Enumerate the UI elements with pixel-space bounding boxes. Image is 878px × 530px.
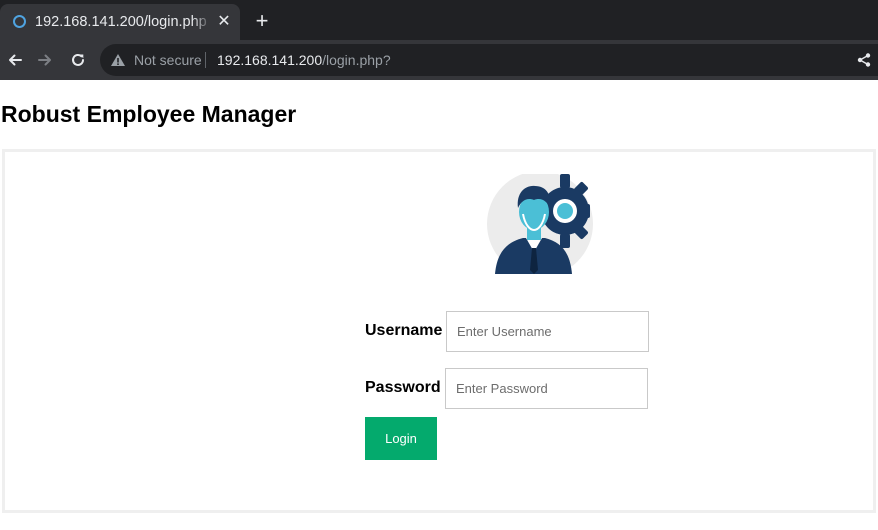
back-arrow-icon [9, 54, 22, 66]
reload-button[interactable] [65, 47, 91, 73]
favicon-icon [13, 15, 26, 28]
password-label: Password [365, 379, 441, 396]
new-tab-button[interactable]: + [250, 9, 274, 33]
username-input[interactable] [446, 311, 649, 352]
tab-title: 192.168.141.200/login.php [35, 14, 207, 30]
username-label: Username [365, 322, 443, 339]
page-title: Robust Employee Manager [1, 101, 297, 127]
password-input[interactable] [445, 368, 648, 409]
browser-toolbar: Not secure 192.168.141.200/login.php? [0, 40, 878, 80]
warning-icon[interactable] [110, 53, 126, 67]
url-host: 192.168.141.200 [217, 52, 323, 68]
employee-avatar-icon [487, 174, 593, 274]
back-button[interactable] [2, 47, 28, 73]
address-divider [205, 52, 206, 68]
security-status[interactable]: Not secure [134, 51, 202, 69]
forward-button[interactable] [32, 47, 58, 73]
login-button[interactable]: Login [365, 417, 437, 460]
forward-arrow-icon [38, 54, 51, 66]
address-bar[interactable]: Not secure 192.168.141.200/login.php? [100, 44, 878, 76]
tab-title-fade [192, 10, 212, 32]
share-icon[interactable] [856, 52, 872, 68]
browser-tab[interactable]: 192.168.141.200/login.php ✕ [0, 4, 240, 40]
url-text[interactable]: 192.168.141.200/login.php? [217, 51, 391, 69]
tab-strip: 192.168.141.200/login.php ✕ + [0, 0, 878, 40]
reload-icon [72, 53, 84, 66]
close-tab-icon[interactable]: ✕ [214, 12, 234, 32]
url-path: /login.php? [322, 52, 391, 68]
